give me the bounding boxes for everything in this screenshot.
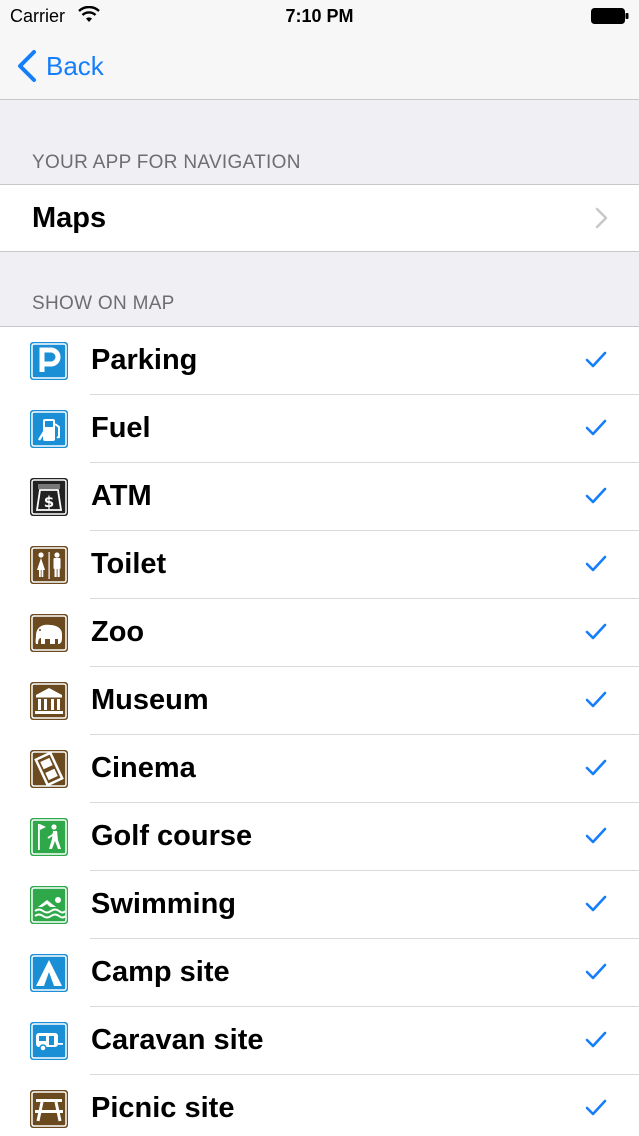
battery-icon bbox=[591, 8, 629, 24]
poi-label: Golf course bbox=[91, 820, 253, 852]
checkmark-icon bbox=[585, 487, 607, 504]
poi-row[interactable]: Caravan site bbox=[0, 1007, 639, 1075]
checkmark-icon bbox=[585, 623, 607, 640]
poi-row[interactable]: Fuel bbox=[0, 395, 639, 463]
atm-icon: $ bbox=[30, 478, 68, 516]
poi-row[interactable]: Cinema bbox=[0, 735, 639, 803]
section-header-navigation: YOUR APP FOR NAVIGATION bbox=[32, 152, 301, 173]
checkmark-icon bbox=[585, 895, 607, 912]
film-strip-icon bbox=[30, 750, 68, 788]
golf-icon bbox=[30, 818, 68, 856]
poi-row[interactable]: $ ATM bbox=[0, 463, 639, 531]
clock: 7:10 PM bbox=[285, 6, 354, 26]
navigation-app-label: Maps bbox=[32, 202, 107, 234]
poi-label: Cinema bbox=[91, 752, 196, 784]
elephant-icon bbox=[30, 614, 68, 652]
poi-row[interactable]: Museum bbox=[0, 667, 639, 735]
chevron-right-icon bbox=[595, 207, 608, 229]
poi-label: Caravan site bbox=[91, 1024, 264, 1056]
poi-label: Museum bbox=[91, 684, 209, 716]
navigation-bar: Back bbox=[0, 34, 639, 100]
poi-label: Swimming bbox=[91, 888, 237, 920]
museum-icon bbox=[30, 682, 68, 720]
toilet-icon bbox=[30, 546, 68, 584]
section-header-show-on-map: SHOW ON MAP bbox=[32, 293, 175, 314]
swimmer-icon bbox=[30, 886, 68, 924]
poi-label: Zoo bbox=[91, 616, 145, 648]
poi-label: Picnic site bbox=[91, 1092, 235, 1124]
checkmark-icon bbox=[585, 691, 607, 708]
poi-row[interactable]: Swimming bbox=[0, 871, 639, 939]
poi-label: Parking bbox=[91, 344, 198, 376]
tent-icon bbox=[30, 954, 68, 992]
fuel-pump-icon bbox=[30, 410, 68, 448]
checkmark-icon bbox=[585, 1031, 607, 1048]
checkmark-icon bbox=[585, 419, 607, 436]
poi-row[interactable]: Zoo bbox=[0, 599, 639, 667]
poi-row[interactable]: Parking bbox=[0, 327, 639, 395]
status-bar: Carrier 7:10 PM bbox=[0, 0, 639, 34]
svg-text:$: $ bbox=[44, 493, 54, 511]
chevron-left-icon bbox=[18, 50, 36, 82]
poi-row[interactable]: Toilet bbox=[0, 531, 639, 599]
back-label: Back bbox=[46, 50, 104, 81]
poi-row[interactable]: Golf course bbox=[0, 803, 639, 871]
checkmark-icon bbox=[585, 1099, 607, 1116]
checkmark-icon bbox=[585, 555, 607, 572]
back-button[interactable]: Back bbox=[16, 48, 104, 84]
navigation-app-row[interactable]: Maps bbox=[0, 184, 639, 252]
checkmark-icon bbox=[585, 759, 607, 776]
poi-row[interactable]: Camp site bbox=[0, 939, 639, 1007]
poi-row[interactable]: Picnic site bbox=[0, 1075, 639, 1136]
poi-list: Parking Fuel $ ATM Toilet Zoo Museum Cinema Golf… bbox=[0, 326, 639, 1136]
checkmark-icon bbox=[585, 351, 607, 368]
poi-label: Camp site bbox=[91, 956, 230, 988]
parking-icon bbox=[30, 342, 68, 380]
poi-label: Toilet bbox=[91, 548, 167, 580]
picnic-table-icon bbox=[30, 1090, 68, 1128]
poi-label: Fuel bbox=[91, 412, 151, 444]
checkmark-icon bbox=[585, 827, 607, 844]
caravan-icon bbox=[30, 1022, 68, 1060]
checkmark-icon bbox=[585, 963, 607, 980]
poi-label: ATM bbox=[91, 480, 152, 512]
